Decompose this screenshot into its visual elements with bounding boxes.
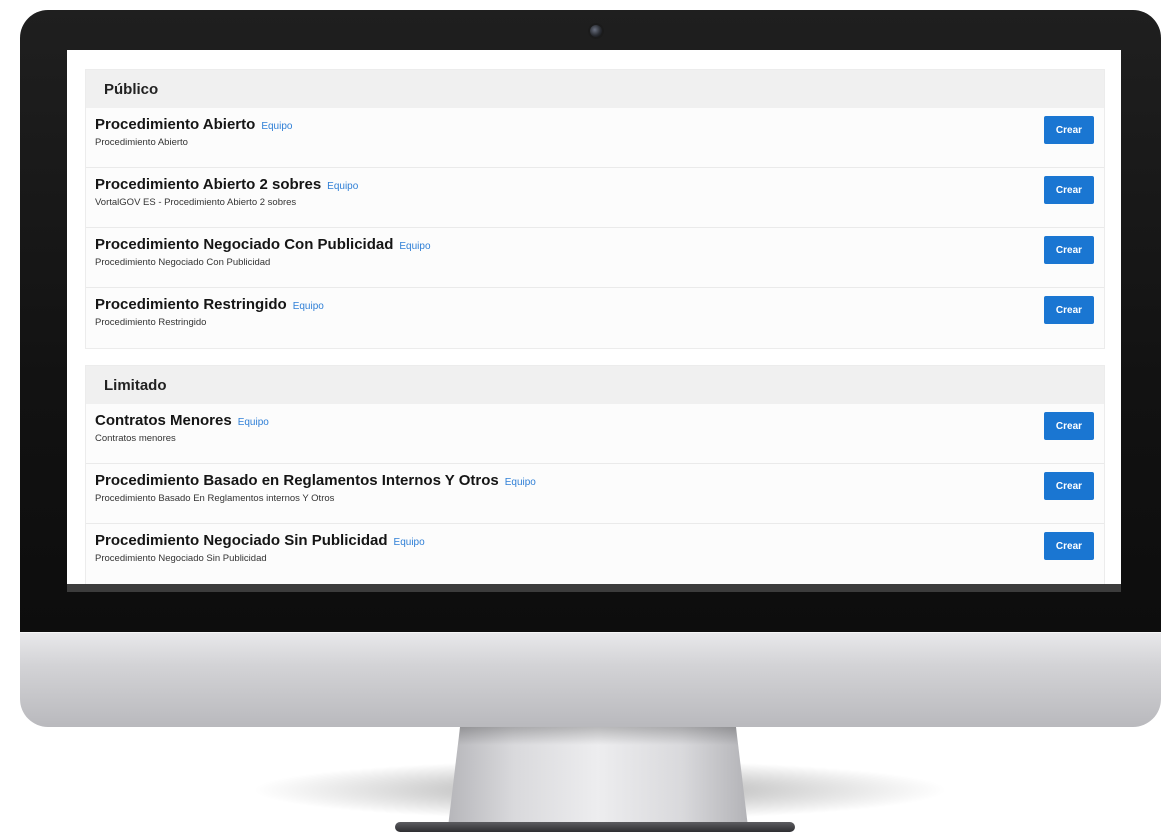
procedure-subtitle: Procedimiento Negociado Con Publicidad: [95, 257, 271, 268]
team-link[interactable]: Equipo: [293, 301, 324, 312]
team-link[interactable]: Equipo: [394, 537, 425, 548]
crear-button[interactable]: Crear: [1044, 176, 1094, 204]
procedure-row: Procedimiento Abierto Equipo Procedimient…: [86, 108, 1104, 168]
row-title-line: Procedimiento Restringido Equipo: [95, 296, 324, 314]
procedure-row: Procedimiento Negociado Con Publicidad Eq…: [86, 228, 1104, 288]
monitor-stand-shade: [458, 727, 738, 745]
procedure-title: Procedimiento Negociado Con Publicidad: [95, 236, 394, 253]
crear-button[interactable]: Crear: [1044, 472, 1094, 500]
procedure-subtitle: Procedimiento Basado En Reglamentos inte…: [95, 493, 335, 504]
crear-button[interactable]: Crear: [1044, 236, 1094, 264]
team-link[interactable]: Equipo: [327, 181, 358, 192]
team-link[interactable]: Equipo: [399, 241, 430, 252]
procedure-row: Procedimiento Restringido Equipo Procedim…: [86, 288, 1104, 348]
procedure-subtitle: Procedimiento Restringido: [95, 317, 207, 328]
procedure-title: Contratos Menores: [95, 412, 232, 429]
row-title-line: Contratos Menores Equipo: [95, 412, 269, 430]
procedure-row: Procedimiento Basado en Reglamentos Inte…: [86, 464, 1104, 524]
procedure-row: Procedimiento Negociado Sin Publicidad Eq…: [86, 524, 1104, 584]
procedure-row: Procedimiento Abierto 2 sobres Equipo Vor…: [86, 168, 1104, 228]
team-link[interactable]: Equipo: [505, 477, 536, 488]
procedure-subtitle: Procedimiento Negociado Sin Publicidad: [95, 553, 267, 564]
row-title-line: Procedimiento Basado en Reglamentos Inte…: [95, 472, 536, 490]
procedure-title: Procedimiento Abierto 2 sobres: [95, 176, 322, 193]
crear-button[interactable]: Crear: [1044, 116, 1094, 144]
monitor-stand-base: [395, 822, 795, 832]
crear-button[interactable]: Crear: [1044, 296, 1094, 324]
procedure-title: Procedimiento Abierto: [95, 116, 256, 133]
team-link[interactable]: Equipo: [238, 417, 269, 428]
screen-bottom-edge: [67, 584, 1121, 592]
row-title-line: Procedimiento Abierto Equipo: [95, 116, 292, 134]
section-header: Limitado: [86, 366, 1104, 404]
team-link[interactable]: Equipo: [261, 121, 292, 132]
section-header: Público: [86, 70, 1104, 108]
procedure-subtitle: Procedimiento Abierto: [95, 137, 188, 148]
crear-button[interactable]: Crear: [1044, 412, 1094, 440]
imac-mockup: Público Procedimiento Abierto Equipo Proc…: [0, 0, 1161, 834]
procedure-subtitle: VortalGOV ES - Procedimiento Abierto 2 s…: [95, 197, 297, 208]
row-title-line: Procedimiento Negociado Sin Publicidad Eq…: [95, 532, 425, 550]
monitor-chin: [20, 632, 1161, 727]
crear-button[interactable]: Crear: [1044, 532, 1094, 560]
webcam-icon: [590, 25, 602, 37]
procedure-title: Procedimiento Negociado Sin Publicidad: [95, 532, 388, 549]
screen: Público Procedimiento Abierto Equipo Proc…: [67, 50, 1121, 584]
procedure-subtitle: Contratos menores: [95, 433, 176, 444]
row-title-line: Procedimiento Negociado Con Publicidad Eq…: [95, 236, 431, 254]
section-limitado: Limitado Contratos Menores Equipo Contrat…: [85, 365, 1105, 584]
procedure-title: Procedimiento Restringido: [95, 296, 287, 313]
procedure-row: Contratos Menores Equipo Contratos menore…: [86, 404, 1104, 464]
row-title-line: Procedimiento Abierto 2 sobres Equipo: [95, 176, 358, 194]
procedure-title: Procedimiento Basado en Reglamentos Inte…: [95, 472, 499, 489]
section-publico: Público Procedimiento Abierto Equipo Proc…: [85, 69, 1105, 349]
